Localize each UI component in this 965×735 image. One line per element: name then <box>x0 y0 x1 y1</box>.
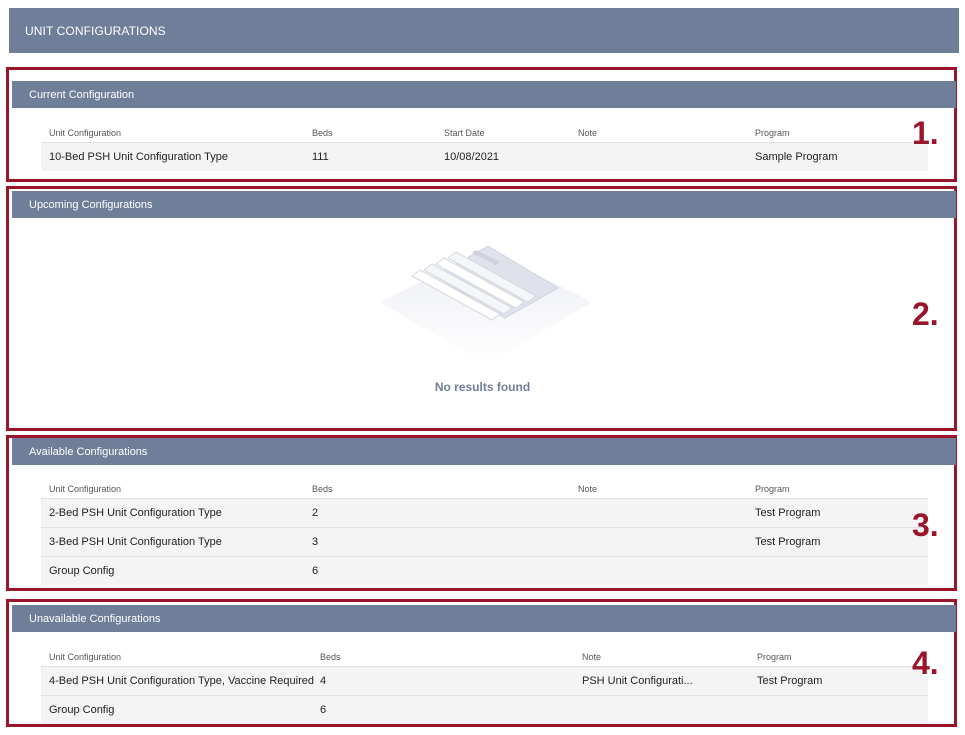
upcoming-config-header: Upcoming Configurations <box>12 191 956 218</box>
cell-program: Sample Program <box>755 151 838 163</box>
cell-unit-config: Group Config <box>49 565 115 577</box>
cell-start-date: 10/08/2021 <box>444 151 500 163</box>
table-row[interactable]: 10-Bed PSH Unit Configuration Type 111 1… <box>41 142 928 171</box>
col-head-program[interactable]: Program <box>755 128 790 138</box>
cell-beds: 111 <box>312 151 329 163</box>
cell-program: Test Program <box>757 675 823 687</box>
section-marker-3: 3. <box>912 507 939 543</box>
col-head-note[interactable]: Note <box>582 652 601 662</box>
cell-unit-config: 2-Bed PSH Unit Configuration Type <box>49 507 222 519</box>
col-head-unit-config[interactable]: Unit Configuration <box>49 484 121 494</box>
table-row[interactable]: 2-Bed PSH Unit Configuration Type 2 Test… <box>41 498 928 527</box>
cell-note: PSH Unit Configurati... <box>582 675 693 687</box>
table-row[interactable]: 3-Bed PSH Unit Configuration Type 3 Test… <box>41 527 928 556</box>
cell-unit-config: 3-Bed PSH Unit Configuration Type <box>49 536 222 548</box>
section-marker-1: 1. <box>912 115 939 151</box>
section-marker-4: 4. <box>912 645 939 681</box>
col-head-beds[interactable]: Beds <box>320 652 341 662</box>
section-marker-2: 2. <box>912 296 939 332</box>
table-row[interactable]: Group Config 6 <box>41 556 928 585</box>
available-config-header: Available Configurations <box>12 438 956 465</box>
col-head-start-date[interactable]: Start Date <box>444 128 485 138</box>
cell-unit-config: Group Config <box>49 704 115 716</box>
page-title: UNIT CONFIGURATIONS <box>9 8 959 53</box>
col-head-unit-config[interactable]: Unit Configuration <box>49 128 121 138</box>
col-head-beds[interactable]: Beds <box>312 484 333 494</box>
table-row[interactable]: 4-Bed PSH Unit Configuration Type, Vacci… <box>41 666 928 695</box>
col-head-beds[interactable]: Beds <box>312 128 333 138</box>
no-results-text: No results found <box>434 380 531 394</box>
cell-program: Test Program <box>755 536 821 548</box>
col-head-note[interactable]: Note <box>578 484 597 494</box>
col-head-program[interactable]: Program <box>757 652 792 662</box>
unavailable-config-header: Unavailable Configurations <box>12 605 956 632</box>
cell-beds: 6 <box>320 704 327 716</box>
col-head-unit-config[interactable]: Unit Configuration <box>49 652 121 662</box>
cell-unit-config: 10-Bed PSH Unit Configuration Type <box>49 151 228 163</box>
cell-beds: 4 <box>320 675 327 687</box>
cell-beds: 6 <box>312 565 319 577</box>
col-head-program[interactable]: Program <box>755 484 790 494</box>
table-row[interactable]: Group Config 6 <box>41 695 928 724</box>
cell-beds: 3 <box>312 536 319 548</box>
empty-state-illustration <box>380 245 592 365</box>
col-head-note[interactable]: Note <box>578 128 597 138</box>
cell-beds: 2 <box>312 507 319 519</box>
current-config-header: Current Configuration <box>12 81 956 108</box>
cell-unit-config: 4-Bed PSH Unit Configuration Type, Vacci… <box>49 675 314 687</box>
cell-program: Test Program <box>755 507 821 519</box>
